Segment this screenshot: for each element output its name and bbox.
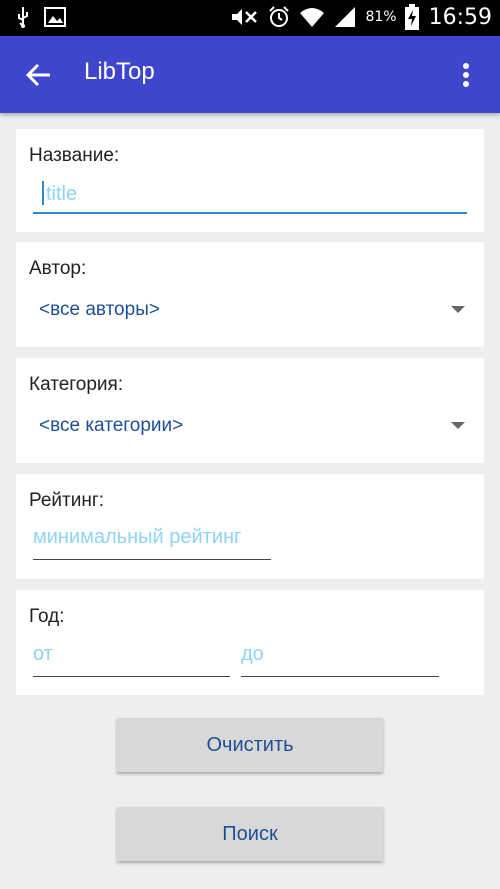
rating-input-underline (33, 559, 271, 560)
back-button[interactable] (24, 60, 54, 90)
year-to-input[interactable] (241, 641, 431, 667)
wifi-icon (299, 5, 325, 29)
title-card: Название: (16, 129, 484, 232)
category-label: Категория: (29, 374, 124, 395)
category-dropdown-arrow-icon[interactable] (451, 422, 465, 429)
author-label: Автор: (29, 258, 87, 279)
year-card: Год: (16, 590, 484, 695)
clock: 16:59 (428, 4, 492, 30)
alarm-icon (267, 5, 291, 29)
arrow-back-icon (25, 63, 50, 87)
image-icon (44, 7, 66, 27)
category-spinner[interactable]: <все категории> (39, 415, 183, 437)
text-cursor (42, 181, 44, 205)
year-label: Год: (29, 606, 65, 627)
title-input-underline (33, 212, 467, 214)
title-input[interactable] (46, 181, 466, 207)
status-bar: 81% 16:59 (0, 0, 500, 36)
mute-icon (229, 5, 259, 29)
battery-percentage: 81% (365, 9, 397, 25)
app-title: LibTop (84, 58, 155, 85)
status-right-icons: 81% 16:59 (229, 4, 492, 30)
signal-icon (333, 5, 357, 29)
year-from-underline (33, 676, 230, 677)
usb-icon (16, 6, 30, 28)
search-button[interactable]: Поиск (117, 807, 383, 861)
app-bar: LibTop (0, 36, 500, 113)
category-card: Категория: <все категории> (16, 358, 484, 463)
more-vert-icon (463, 63, 469, 87)
overflow-menu-button[interactable] (452, 60, 480, 90)
author-dropdown-arrow-icon[interactable] (451, 306, 465, 313)
author-card: Автор: <все авторы> (16, 242, 484, 347)
rating-card: Рейтинг: (16, 474, 484, 579)
title-label: Название: (29, 145, 120, 166)
author-spinner[interactable]: <все авторы> (39, 299, 160, 321)
clear-button[interactable]: Очистить (117, 718, 383, 772)
rating-label: Рейтинг: (29, 490, 105, 511)
year-from-input[interactable] (33, 641, 223, 667)
year-to-underline (241, 676, 439, 677)
status-left-icons (16, 6, 66, 28)
battery-charging-icon (404, 4, 419, 30)
rating-input[interactable] (33, 524, 293, 550)
